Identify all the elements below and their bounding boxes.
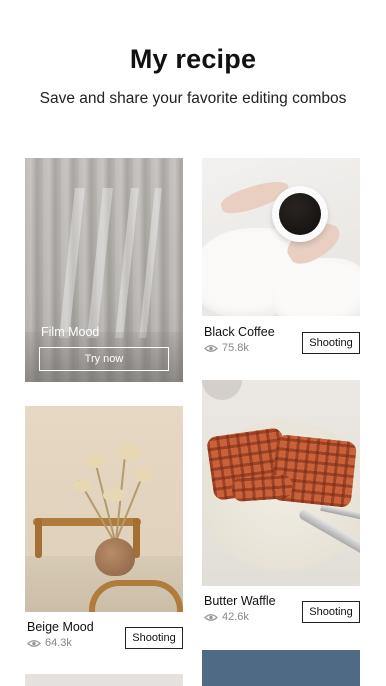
recipe-card-partial-right[interactable] bbox=[202, 650, 360, 686]
page-title: My recipe bbox=[129, 44, 257, 74]
beige-mood-views: 64.3k bbox=[27, 637, 72, 649]
partial-recipe-image bbox=[25, 674, 183, 686]
recipe-card-butter-waffle[interactable]: Butter Waffle 42.6k Shooting bbox=[202, 380, 360, 628]
partial-recipe-image bbox=[202, 650, 360, 686]
eye-icon bbox=[27, 639, 41, 647]
beige-mood-view-count: 64.3k bbox=[45, 637, 72, 649]
film-mood-title: Film Mood bbox=[41, 325, 100, 339]
butter-waffle-title: Butter Waffle bbox=[204, 594, 276, 608]
black-coffee-shooting-button[interactable]: Shooting bbox=[302, 332, 360, 354]
black-coffee-views: 75.8k bbox=[204, 342, 249, 354]
beige-mood-image bbox=[25, 406, 183, 612]
eye-icon bbox=[204, 613, 218, 621]
butter-waffle-shooting-button[interactable]: Shooting bbox=[302, 601, 360, 623]
butter-waffle-image bbox=[202, 380, 360, 586]
beige-mood-title: Beige Mood bbox=[27, 620, 94, 634]
recipe-card-film-mood[interactable]: Film Mood Try now bbox=[25, 158, 183, 382]
black-coffee-image bbox=[202, 158, 360, 316]
recipe-card-black-coffee[interactable]: Black Coffee 75.8k Shooting bbox=[202, 158, 360, 358]
recipe-card-partial-left[interactable] bbox=[25, 674, 183, 686]
black-coffee-title: Black Coffee bbox=[204, 325, 275, 339]
page-subtitle: Save and share your favorite editing com… bbox=[39, 90, 347, 107]
recipe-card-beige-mood[interactable]: Beige Mood 64.3k Shooting bbox=[25, 406, 183, 654]
butter-waffle-view-count: 42.6k bbox=[222, 611, 249, 623]
butter-waffle-views: 42.6k bbox=[204, 611, 249, 623]
try-now-button[interactable]: Try now bbox=[39, 347, 169, 371]
black-coffee-view-count: 75.8k bbox=[222, 342, 249, 354]
eye-icon bbox=[204, 344, 218, 352]
beige-mood-shooting-button[interactable]: Shooting bbox=[125, 627, 183, 649]
